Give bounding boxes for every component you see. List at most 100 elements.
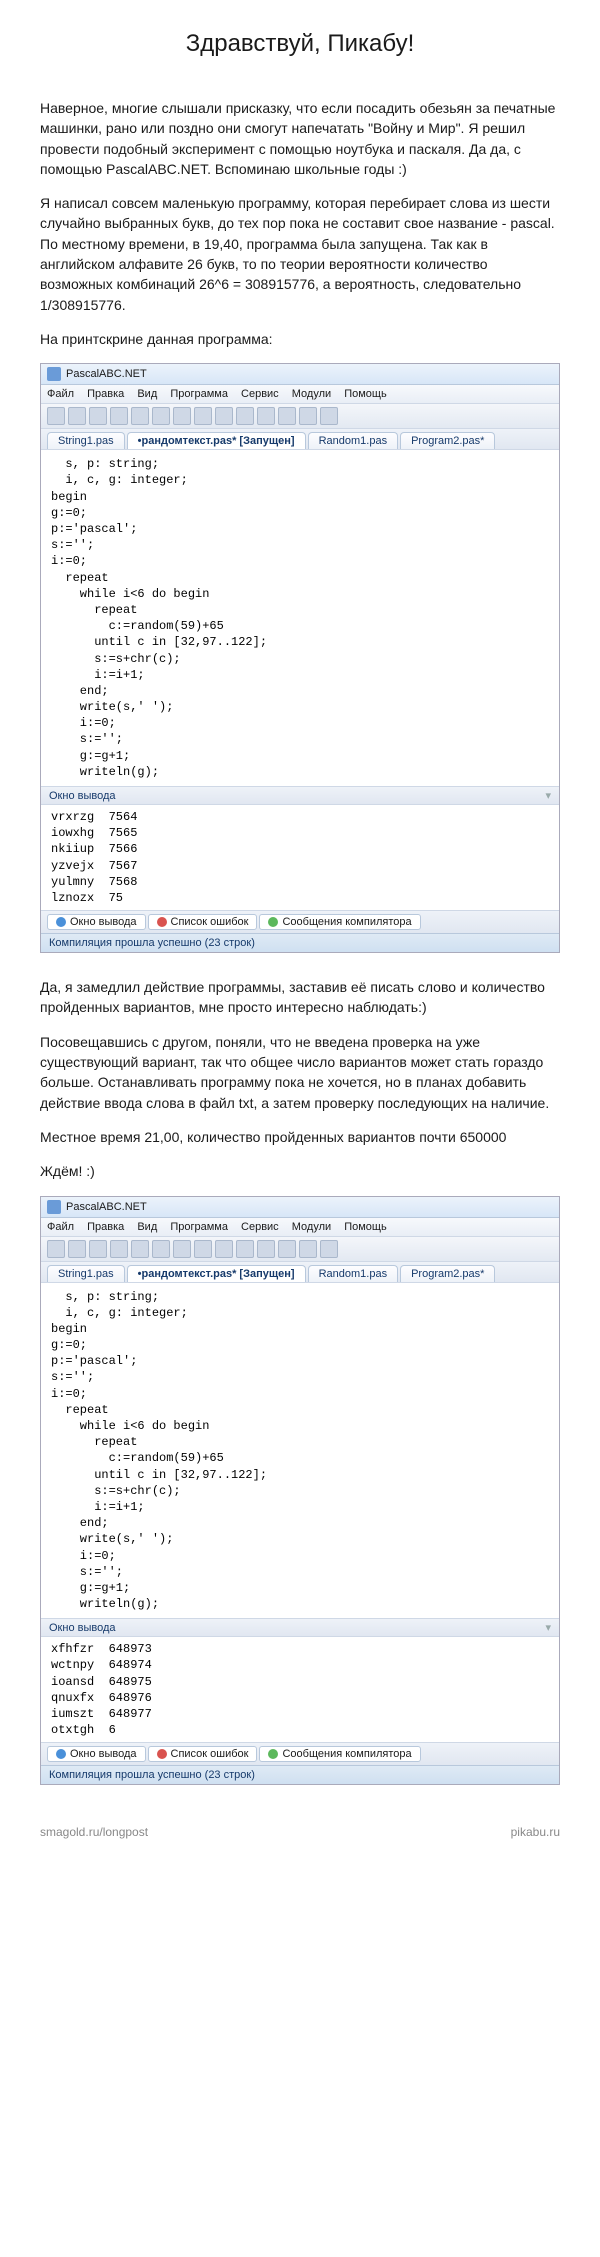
- bottom-tab[interactable]: Окно вывода: [47, 1746, 146, 1762]
- menu-item[interactable]: Модули: [292, 388, 331, 400]
- toolbar-icon[interactable]: [320, 1240, 338, 1258]
- tab-dot-icon: [56, 917, 66, 927]
- toolbar-icon[interactable]: [131, 407, 149, 425]
- editor-tab-active[interactable]: •рандомтекст.pas* [Запущен]: [127, 1265, 306, 1282]
- menu-item[interactable]: Программа: [170, 1221, 228, 1233]
- editor-tab-active[interactable]: •рандомтекст.pas* [Запущен]: [127, 432, 306, 449]
- toolbar-icon[interactable]: [89, 1240, 107, 1258]
- paragraph: Да, я замедлил действие программы, заста…: [40, 977, 560, 1018]
- ide-titlebar: PascalABC.NET: [41, 1197, 559, 1218]
- code-editor[interactable]: s, p: string; i, c, g: integer; begin g:…: [41, 1283, 559, 1619]
- toolbar-icon[interactable]: [110, 1240, 128, 1258]
- ide-title: PascalABC.NET: [66, 368, 147, 380]
- paragraph: Наверное, многие слышали присказку, что …: [40, 98, 560, 179]
- toolbar-icon[interactable]: [278, 407, 296, 425]
- toolbar-icon[interactable]: [173, 407, 191, 425]
- ide-menu: Файл Правка Вид Программа Сервис Модули …: [41, 1218, 559, 1237]
- paragraph: Местное время 21,00, количество пройденн…: [40, 1127, 560, 1147]
- toolbar-icon[interactable]: [47, 1240, 65, 1258]
- bottom-tab[interactable]: Список ошибок: [148, 914, 258, 930]
- toolbar-icon[interactable]: [152, 1240, 170, 1258]
- ide-tabs: String1.pas •рандомтекст.pas* [Запущен] …: [41, 1262, 559, 1283]
- toolbar-icon[interactable]: [68, 1240, 86, 1258]
- code-editor[interactable]: s, p: string; i, c, g: integer; begin g:…: [41, 450, 559, 786]
- toolbar-icon[interactable]: [194, 407, 212, 425]
- paragraph: Я написал совсем маленькую программу, ко…: [40, 193, 560, 315]
- tab-dot-icon: [157, 1749, 167, 1759]
- footer-left: smagold.ru/longpost: [40, 1825, 148, 1839]
- menu-item[interactable]: Файл: [47, 1221, 74, 1233]
- ide-menu: Файл Правка Вид Программа Сервис Модули …: [41, 385, 559, 404]
- tab-dot-icon: [268, 1749, 278, 1759]
- panel-dash: ▾: [545, 789, 551, 802]
- paragraph: На принтскрине данная программа:: [40, 329, 560, 349]
- page-footer: smagold.ru/longpost pikabu.ru: [0, 1819, 600, 1845]
- toolbar-icon[interactable]: [278, 1240, 296, 1258]
- tab-dot-icon: [157, 917, 167, 927]
- menu-item[interactable]: Помощь: [344, 388, 387, 400]
- bottom-tab-label: Окно вывода: [70, 916, 137, 928]
- toolbar-icon[interactable]: [215, 1240, 233, 1258]
- menu-item[interactable]: Сервис: [241, 388, 279, 400]
- ide-toolbar: [41, 1237, 559, 1262]
- bottom-tab[interactable]: Список ошибок: [148, 1746, 258, 1762]
- menu-item[interactable]: Помощь: [344, 1221, 387, 1233]
- toolbar-icon[interactable]: [131, 1240, 149, 1258]
- bottom-tab-label: Список ошибок: [171, 1748, 249, 1760]
- toolbar-icon[interactable]: [257, 407, 275, 425]
- output-panel: xfhfzr 648973 wctnpy 648974 ioansd 64897…: [41, 1637, 559, 1742]
- toolbar-icon[interactable]: [299, 407, 317, 425]
- ide-bottom-tabs: Окно вывода Список ошибок Сообщения комп…: [41, 1742, 559, 1765]
- editor-tab[interactable]: String1.pas: [47, 432, 125, 449]
- ide-window-2: PascalABC.NET Файл Правка Вид Программа …: [40, 1196, 560, 1786]
- output-title-label: Окно вывода: [49, 1622, 116, 1634]
- toolbar-icon[interactable]: [299, 1240, 317, 1258]
- ide-titlebar: PascalABC.NET: [41, 364, 559, 385]
- menu-item[interactable]: Вид: [137, 388, 157, 400]
- panel-dash: ▾: [545, 1621, 551, 1634]
- output-panel-title: Окно вывода ▾: [41, 1618, 559, 1637]
- toolbar-icon[interactable]: [215, 407, 233, 425]
- bottom-tab-label: Сообщения компилятора: [282, 1748, 411, 1760]
- bottom-tab-label: Окно вывода: [70, 1748, 137, 1760]
- app-icon: [47, 367, 61, 381]
- editor-tab[interactable]: Program2.pas*: [400, 432, 495, 449]
- bottom-tab-label: Сообщения компилятора: [282, 916, 411, 928]
- toolbar-icon[interactable]: [68, 407, 86, 425]
- output-title-label: Окно вывода: [49, 790, 116, 802]
- menu-item[interactable]: Вид: [137, 1221, 157, 1233]
- output-panel: vrxrzg 7564 iowxhg 7565 nkiiup 7566 yzve…: [41, 805, 559, 910]
- output-panel-title: Окно вывода ▾: [41, 786, 559, 805]
- paragraph: Посовещавшись с другом, поняли, что не в…: [40, 1032, 560, 1113]
- menu-item[interactable]: Файл: [47, 388, 74, 400]
- menu-item[interactable]: Правка: [87, 388, 124, 400]
- editor-tab[interactable]: Random1.pas: [308, 1265, 399, 1282]
- toolbar-icon[interactable]: [110, 407, 128, 425]
- toolbar-icon[interactable]: [236, 1240, 254, 1258]
- editor-tab[interactable]: Random1.pas: [308, 432, 399, 449]
- editor-tab[interactable]: Program2.pas*: [400, 1265, 495, 1282]
- toolbar-icon[interactable]: [194, 1240, 212, 1258]
- toolbar-icon[interactable]: [236, 407, 254, 425]
- toolbar-icon[interactable]: [173, 1240, 191, 1258]
- editor-tab[interactable]: String1.pas: [47, 1265, 125, 1282]
- toolbar-icon[interactable]: [47, 407, 65, 425]
- page-title: Здравствуй, Пикабу!: [40, 30, 560, 58]
- toolbar-icon[interactable]: [89, 407, 107, 425]
- bottom-tab[interactable]: Окно вывода: [47, 914, 146, 930]
- bottom-tab[interactable]: Сообщения компилятора: [259, 1746, 420, 1762]
- toolbar-icon[interactable]: [152, 407, 170, 425]
- toolbar-icon[interactable]: [257, 1240, 275, 1258]
- ide-title: PascalABC.NET: [66, 1201, 147, 1213]
- ide-bottom-tabs: Окно вывода Список ошибок Сообщения комп…: [41, 910, 559, 933]
- toolbar-icon[interactable]: [320, 407, 338, 425]
- status-bar: Компиляция прошла успешно (23 строк): [41, 933, 559, 952]
- ide-toolbar: [41, 404, 559, 429]
- bottom-tab[interactable]: Сообщения компилятора: [259, 914, 420, 930]
- menu-item[interactable]: Модули: [292, 1221, 331, 1233]
- menu-item[interactable]: Сервис: [241, 1221, 279, 1233]
- menu-item[interactable]: Правка: [87, 1221, 124, 1233]
- ide-window-1: PascalABC.NET Файл Правка Вид Программа …: [40, 363, 560, 953]
- menu-item[interactable]: Программа: [170, 388, 228, 400]
- tab-dot-icon: [56, 1749, 66, 1759]
